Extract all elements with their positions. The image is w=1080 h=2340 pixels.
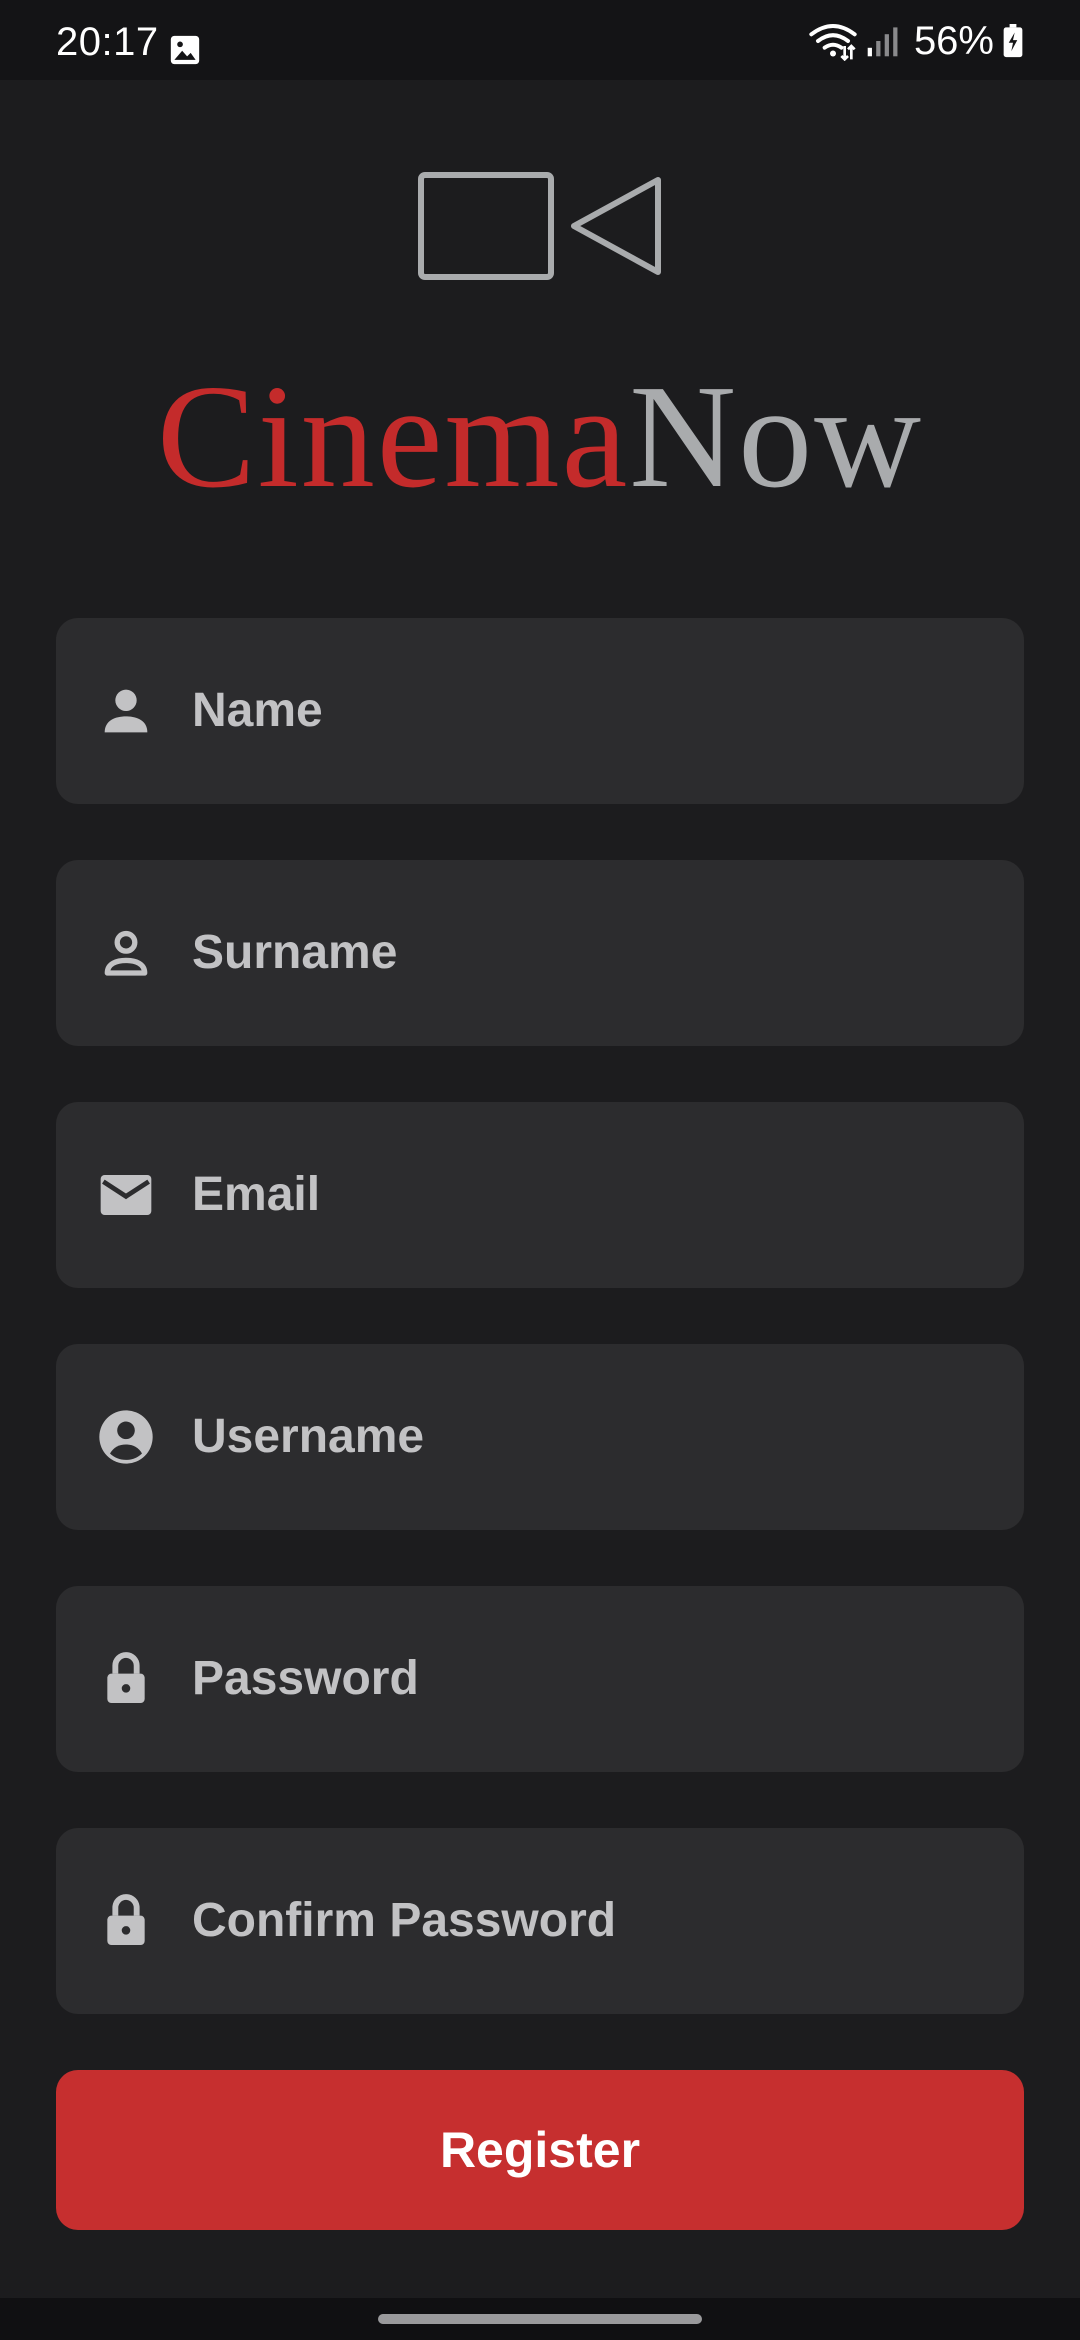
email-field[interactable]: Email xyxy=(56,1102,1024,1288)
person-icon xyxy=(94,679,158,743)
status-indicators: 56% xyxy=(808,18,1024,64)
username-field[interactable]: Username xyxy=(56,1344,1024,1530)
status-bar: 20:17 56% xyxy=(0,0,1080,80)
home-indicator[interactable] xyxy=(378,2314,702,2324)
gallery-icon xyxy=(168,33,202,67)
logo-now-text: Now xyxy=(629,355,924,519)
battery-icon xyxy=(1002,24,1024,58)
video-camera-icon xyxy=(418,172,662,280)
wifi-icon xyxy=(808,21,858,62)
confirm-password-placeholder: Confirm Password xyxy=(192,1894,617,1947)
username-placeholder: Username xyxy=(192,1410,425,1463)
confirm-password-field[interactable]: Confirm Password xyxy=(56,1828,1024,2014)
mail-icon xyxy=(94,1163,158,1227)
surname-placeholder: Surname xyxy=(192,926,398,979)
email-placeholder: Email xyxy=(192,1168,321,1221)
lock-icon xyxy=(94,1889,158,1953)
lock-icon xyxy=(94,1647,158,1711)
signal-icon xyxy=(866,24,900,58)
password-placeholder: Password xyxy=(192,1652,419,1705)
name-placeholder: Name xyxy=(192,684,323,737)
status-time: 20:17 xyxy=(56,20,159,64)
app-logo-wordmark: CinemaNow xyxy=(0,362,1080,512)
battery-percent: 56% xyxy=(913,19,994,63)
logo-cinema-text: Cinema xyxy=(156,355,630,519)
person-outline-icon xyxy=(94,921,158,985)
password-field[interactable]: Password xyxy=(56,1586,1024,1772)
surname-field[interactable]: Surname xyxy=(56,860,1024,1046)
name-field[interactable]: Name xyxy=(56,618,1024,804)
account-circle-icon xyxy=(94,1405,158,1469)
register-button[interactable]: Register xyxy=(56,2070,1024,2230)
register-screen: 20:17 56% CinemaNow Name Surname Email U… xyxy=(0,0,1080,2340)
